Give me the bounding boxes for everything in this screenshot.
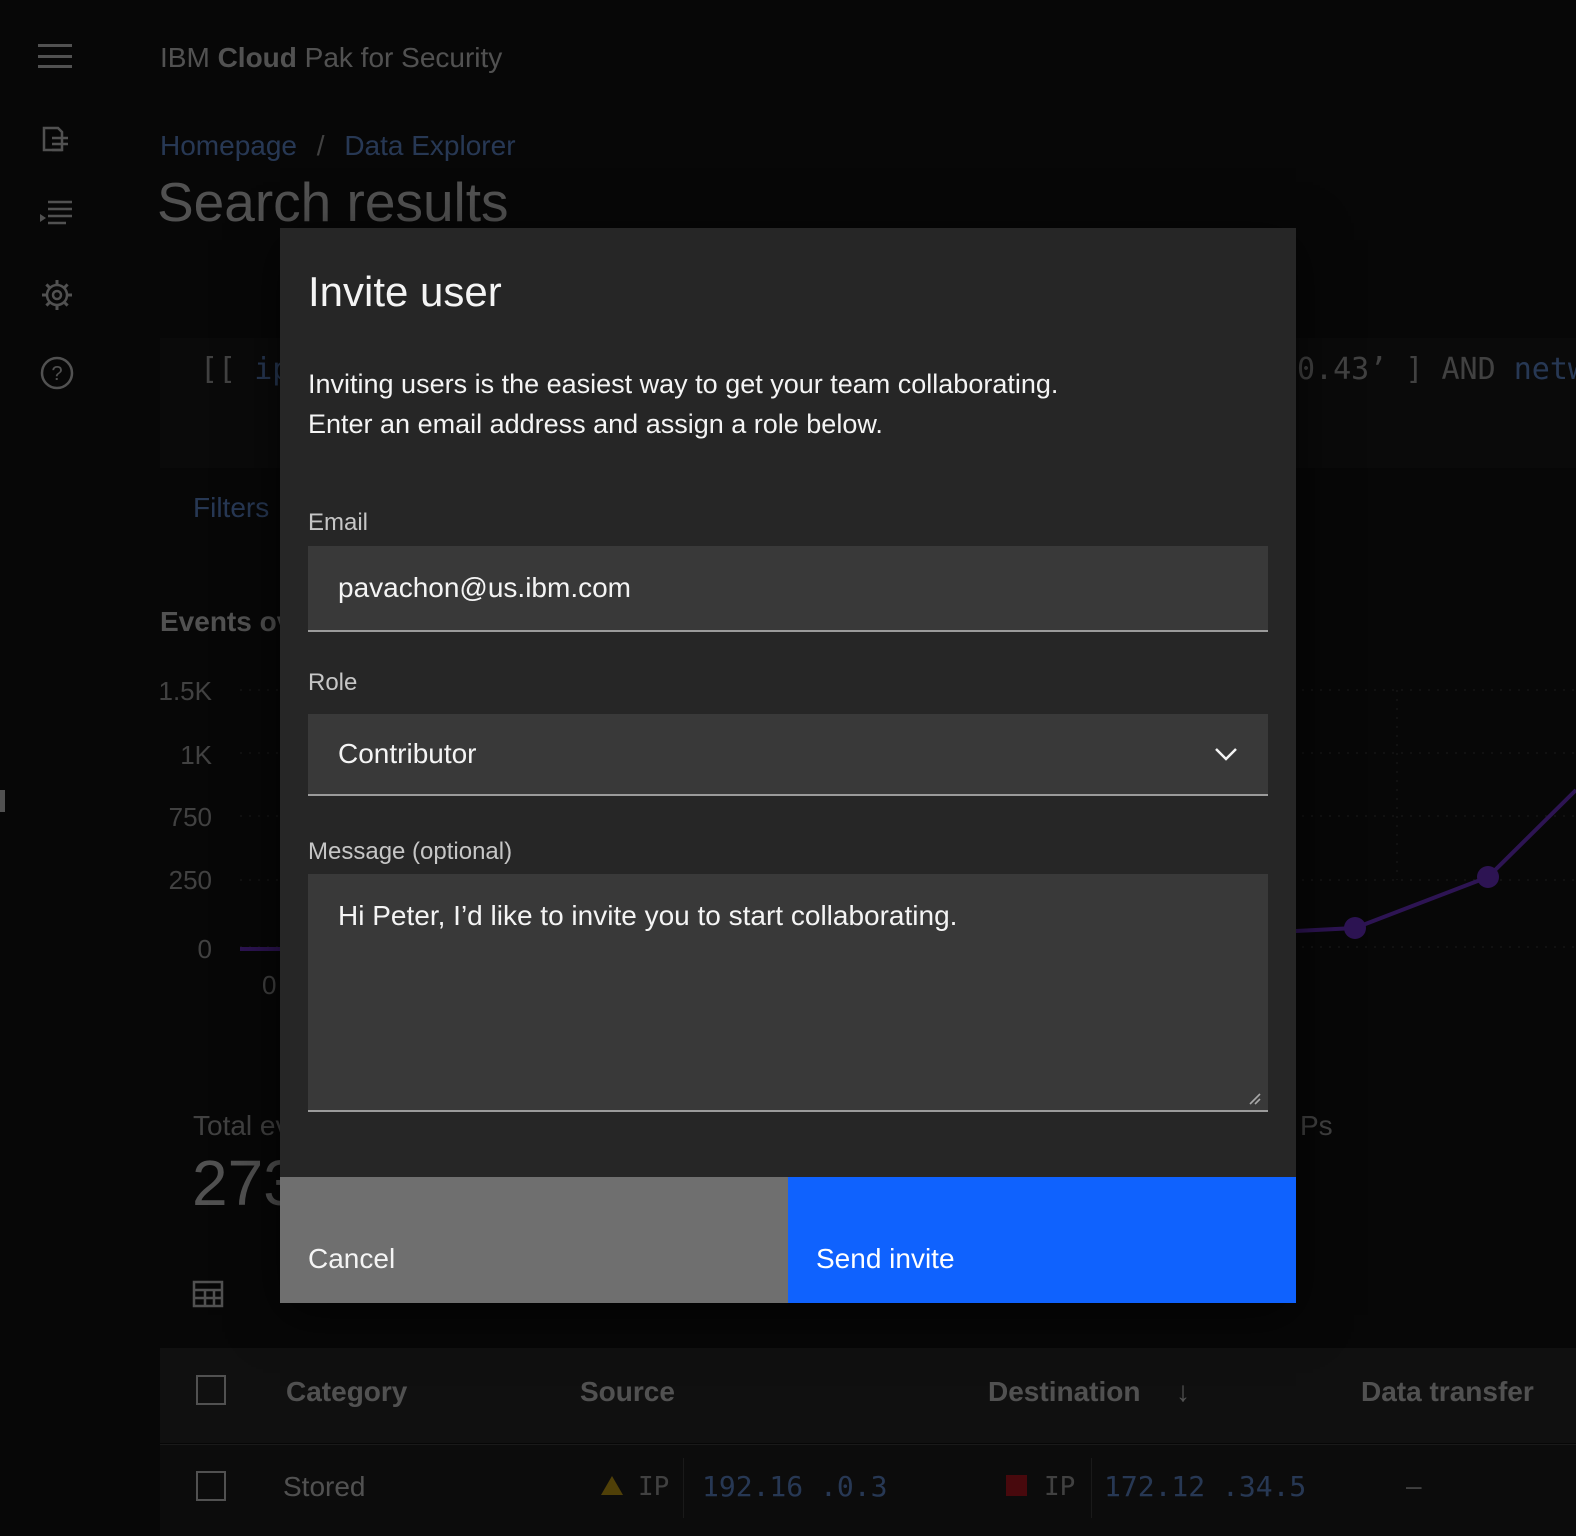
app-window: IBM Cloud Pak for Security — [0, 0, 1576, 1536]
role-select[interactable]: Contributor — [308, 714, 1268, 796]
email-field[interactable] — [308, 546, 1268, 632]
cancel-button[interactable]: Cancel — [280, 1177, 788, 1303]
invite-user-modal: Invite user Inviting users is the easies… — [280, 228, 1296, 1303]
resize-handle-icon[interactable] — [1246, 1090, 1262, 1106]
role-label: Role — [308, 669, 357, 697]
modal-title: Invite user — [308, 268, 502, 316]
email-label: Email — [308, 509, 368, 537]
modal-description-line2: Enter an email address and assign a role… — [308, 404, 1058, 444]
chevron-down-icon — [1214, 747, 1238, 761]
role-selected-value: Contributor — [338, 738, 1214, 770]
modal-description-line1: Inviting users is the easiest way to get… — [308, 364, 1058, 404]
modal-description: Inviting users is the easiest way to get… — [308, 364, 1058, 444]
send-invite-button[interactable]: Send invite — [788, 1177, 1296, 1303]
message-label: Message (optional) — [308, 838, 512, 866]
modal-footer: Cancel Send invite — [280, 1177, 1296, 1303]
message-textarea[interactable]: Hi Peter, I’d like to invite you to star… — [308, 874, 1268, 1112]
